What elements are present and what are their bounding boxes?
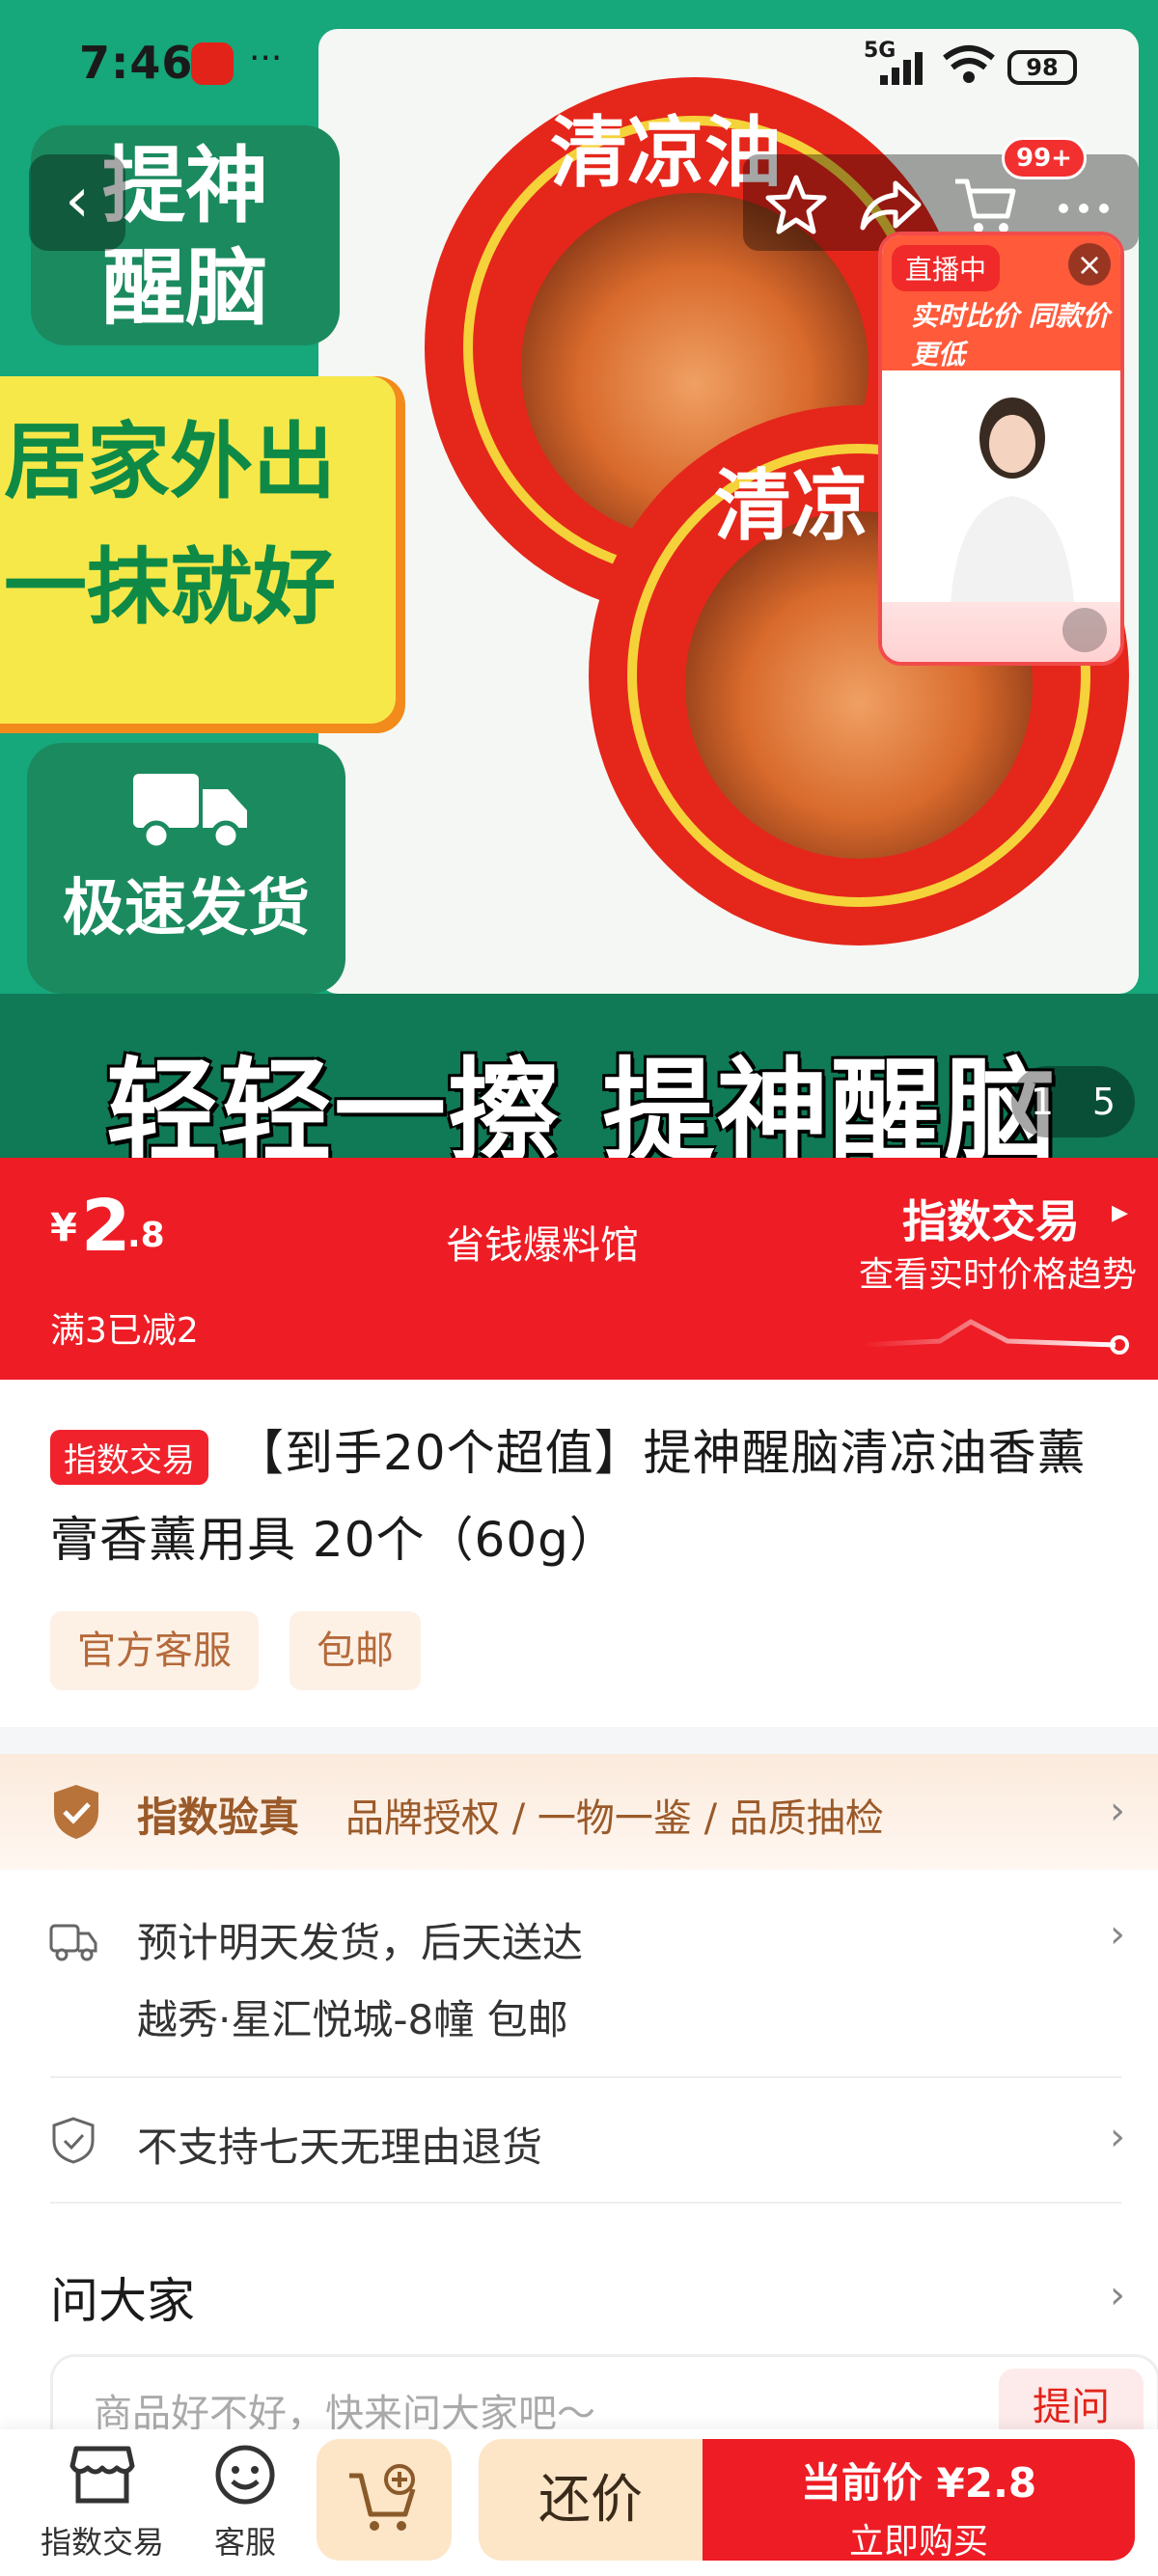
mute-icon[interactable] bbox=[1062, 608, 1107, 652]
chevron-right-icon[interactable]: › bbox=[1110, 2273, 1125, 2317]
slogan-strip: 轻轻一擦 提神醒脑 bbox=[0, 994, 1158, 1158]
image-counter-total: 5 bbox=[1091, 1081, 1117, 1123]
chip-free-shipping[interactable]: 包邮 bbox=[290, 1611, 421, 1690]
live-slogan: 实时比价 同款价更低 bbox=[911, 300, 1110, 370]
chevron-right-icon: › bbox=[1110, 1912, 1125, 1957]
tin-label-small: 清凉 bbox=[714, 460, 868, 551]
image-counter: 1 5 bbox=[1011, 1066, 1135, 1137]
ask-section-title: 问大家 bbox=[50, 2273, 195, 2329]
slogan-text: 轻轻一擦 提神醒脑 bbox=[106, 1047, 1059, 1158]
chevron-right-icon: › bbox=[1110, 1789, 1125, 1833]
chevron-right-icon: ▸ bbox=[1112, 1192, 1129, 1231]
return-policy-text: 不支持七天无理由退货 bbox=[137, 2124, 543, 2171]
buy-now-button[interactable]: 当前价 ¥2.8 立即购买 bbox=[703, 2439, 1135, 2562]
price-trend-sparkline bbox=[863, 1319, 1129, 1355]
return-policy-row[interactable]: 不支持七天无理由退货 › bbox=[0, 2078, 1158, 2200]
add-to-cart-button[interactable] bbox=[317, 2439, 452, 2561]
live-label: 直播中 bbox=[892, 245, 1001, 291]
add-cart-icon bbox=[349, 2464, 416, 2531]
shipping-estimate: 预计明天发货，后天送达 bbox=[137, 1919, 584, 1966]
buy-now-label: 立即购买 bbox=[848, 2522, 988, 2562]
index-trade-link[interactable]: 指数交易 bbox=[902, 1187, 1080, 1250]
shield-outline-icon bbox=[52, 2117, 95, 2164]
delivery-truck-icon bbox=[49, 1924, 97, 1961]
customer-service-tab-label: 客服 bbox=[213, 2524, 276, 2561]
tag-fast-ship-text: 极速发货 bbox=[63, 873, 310, 945]
shipping-row[interactable]: 预计明天发货，后天送达 越秀·星汇悦城-8幢 包邮 › bbox=[0, 1870, 1158, 2076]
cart-icon[interactable] bbox=[951, 172, 1019, 239]
smiley-service-icon bbox=[215, 2445, 275, 2505]
price-integer: 2 bbox=[81, 1185, 131, 1268]
product-title-section: 指数交易 【到手20个超值】提神醒脑清凉油香薰 膏香薰用具 20个（60g） 官… bbox=[0, 1380, 1158, 1727]
index-trade-subtitle[interactable]: 查看实时价格趋势 bbox=[859, 1247, 1137, 1297]
status-more-dots: ··· bbox=[249, 39, 283, 78]
store-icon bbox=[69, 2446, 135, 2504]
product-title-cont: 膏香薰用具 20个（60g） bbox=[50, 1512, 619, 1568]
status-bar: 7:46 ··· 5G 98 bbox=[0, 0, 1158, 125]
authenticity-title: 指数验真 bbox=[137, 1794, 300, 1841]
bargain-button[interactable]: 还价 bbox=[479, 2439, 703, 2561]
tag-fast-ship: 极速发货 bbox=[27, 743, 345, 994]
shipping-address: 越秀·星汇悦城-8幢 包邮 bbox=[137, 1996, 568, 2043]
status-time: 7:46 bbox=[79, 37, 194, 89]
bottom-action-bar: 指数交易 客服 还价 当前价 ¥2.8 立即购买 bbox=[0, 2429, 1158, 2576]
product-title: 【到手20个超值】提神醒脑清凉油香薰 bbox=[235, 1425, 1087, 1481]
chip-official-service[interactable]: 官方客服 bbox=[50, 1611, 259, 1690]
favorite-star-icon[interactable] bbox=[762, 172, 830, 239]
chevron-right-icon: › bbox=[1110, 2115, 1125, 2159]
section-gap bbox=[0, 1727, 1158, 1754]
index-trade-badge: 指数交易 bbox=[50, 1430, 208, 1485]
chevron-left-icon: ‹ bbox=[65, 165, 90, 236]
signal-icon bbox=[880, 52, 923, 85]
promo-banner-text: 居家外出 一抹就好 bbox=[4, 414, 336, 636]
more-icon[interactable] bbox=[1050, 172, 1117, 239]
app-notification-icon bbox=[191, 42, 234, 85]
index-trade-tab-label: 指数交易 bbox=[40, 2524, 164, 2561]
tag-refresh-text: 提神 醒脑 bbox=[102, 138, 268, 337]
host-avatar bbox=[950, 397, 1075, 621]
price-bar: ¥ 2 .8 省钱爆料馆 满3已减2 指数交易 ▸ 查看实时价格趋势 bbox=[0, 1158, 1158, 1380]
index-trade-tab[interactable]: 指数交易 bbox=[35, 2443, 170, 2562]
share-icon[interactable] bbox=[857, 172, 924, 239]
back-button[interactable]: ‹ bbox=[29, 154, 125, 251]
buy-now-price: 当前价 ¥2.8 bbox=[800, 2459, 1037, 2507]
product-image-carousel[interactable]: 清凉油 清凉 提神 醒脑 居家外出 一抹就好 极速发货 轻轻一擦 提神醒脑 1 … bbox=[0, 0, 1158, 1158]
price-decimal: .8 bbox=[127, 1216, 165, 1255]
price-currency: ¥ bbox=[50, 1206, 77, 1250]
shop-name[interactable]: 省钱爆料馆 bbox=[446, 1214, 639, 1270]
promo-text: 满3已减2 bbox=[50, 1311, 199, 1351]
authenticity-row[interactable]: 指数验真 品牌授权 / 一物一鉴 / 品质抽检 › bbox=[0, 1754, 1158, 1870]
product-detail-page: 清凉油 清凉 提神 醒脑 居家外出 一抹就好 极速发货 轻轻一擦 提神醒脑 1 … bbox=[0, 0, 1158, 2576]
authenticity-text: 品牌授权 / 一物一鉴 / 品质抽检 bbox=[345, 1796, 884, 1841]
close-icon[interactable]: × bbox=[1068, 243, 1111, 286]
battery-indicator: 98 bbox=[1007, 50, 1077, 85]
truck-icon bbox=[133, 774, 247, 851]
image-counter-current: 1 bbox=[1030, 1081, 1055, 1123]
live-stream-window[interactable]: 直播中 × 实时比价 同款价更低 bbox=[878, 232, 1124, 666]
promo-banner: 居家外出 一抹就好 bbox=[0, 376, 405, 733]
customer-service-tab[interactable]: 客服 bbox=[189, 2443, 301, 2562]
shield-check-icon bbox=[54, 1785, 98, 1839]
wifi-icon bbox=[943, 45, 995, 83]
divider bbox=[50, 2202, 1121, 2204]
